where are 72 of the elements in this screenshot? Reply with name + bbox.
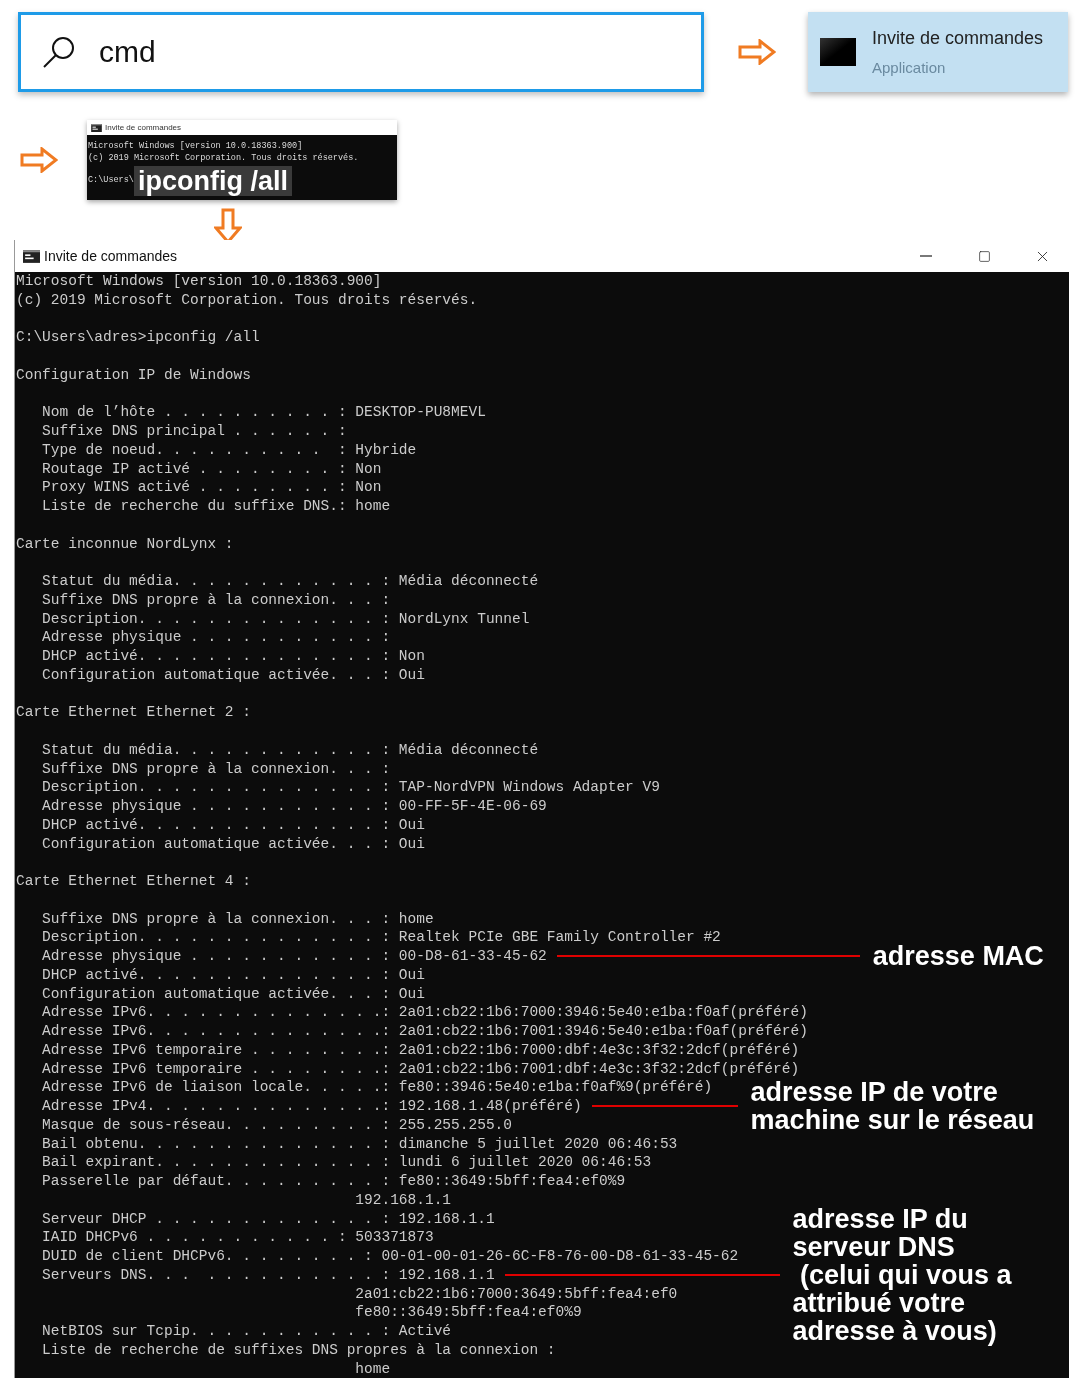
search-result[interactable]: Invite de commandes Application <box>808 12 1068 92</box>
console-line: Description. . . . . . . . . . . . . . : Realtek PCIe GBE Family Controller #2 <box>41 928 721 947</box>
console-line: 2a01:cb22:1b6:7000:3649:5bff:fea4:ef0 <box>354 1284 678 1304</box>
console-line: (c) 2019 Microsoft Corporation. Tous droits réservés. <box>16 290 478 310</box>
console-line: Liste de recherche de suffixes DNS propres à la connexion : <box>41 1340 556 1360</box>
arrow-right-icon <box>738 39 776 65</box>
result-subtitle: Application <box>872 59 947 76</box>
console-line: IAID DHCPv6 . . . . . . . . . . . : 503371873 <box>41 1228 434 1247</box>
console-line: Configuration IP de Windows <box>16 365 251 385</box>
search-field[interactable]: cmd <box>18 12 704 92</box>
console-line: Nom de l’hôte . . . . . . . . . . : DESKTOP-PU8MEVL <box>41 403 486 422</box>
console-line: DHCP activé. . . . . . . . . . . . . . : Oui <box>41 965 425 985</box>
console-line: Adresse IPv6 temporaire . . . . . . . .: 2a01:cb22:1b6:7001:dbf:4e3c:3f32:2dcf(préféré) <box>41 1059 800 1079</box>
console-prompt: C:\Users\ <box>88 175 134 187</box>
console-line: Bail expirant. . . . . . . . . . . . . : lundi 6 juillet 2020 06:46:53 <box>41 1153 652 1172</box>
console-line: Carte inconnue NordLynx : <box>16 534 234 554</box>
console-line: Adresse IPv6. . . . . . . . . . . . . .: 2a01:cb22:1b6:7000:3946:5e40:e1ba:f0af(préféré) <box>41 1003 808 1022</box>
console-line: Adresse physique . . . . . . . . . . . : 00-FF-5F-4E-06-69 <box>41 797 547 816</box>
console-line: Suffixe DNS propre à la connexion. . . : <box>41 590 391 610</box>
console-line: Carte Ethernet Ethernet 2 : <box>16 703 251 722</box>
console-line: Adresse IPv6 temporaire . . . . . . . .: 2a01:cb22:1b6:7000:dbf:4e3c:3f32:2dcf(préféré) <box>41 1040 800 1060</box>
result-title: Invite de commandes <box>872 28 1044 49</box>
window-title: Invite de commandes <box>105 123 182 132</box>
console-line: Passerelle par défaut. . . . . . . . . : fe80::3649:5bff:fea4:ef0%9 <box>41 1172 626 1191</box>
console-line: Type de noeud. . . . . . . . . . : Hybride <box>41 440 417 460</box>
minimize-icon <box>920 255 932 257</box>
console-line: home <box>354 1359 391 1379</box>
search-icon <box>41 34 77 70</box>
console-line: Configuration automatique activée. . . : Oui <box>41 984 425 1004</box>
annotation-label: adresse IP du serveur DNS (celui qui vous a attribué votre adresse à vous) <box>792 1205 1012 1346</box>
window-title: Invite de commandes <box>44 248 179 264</box>
console-line: Adresse IPv4. . . . . . . . . . . . . .: 192.168.1.48(préféré) <box>41 1097 582 1116</box>
maximize-icon <box>977 249 991 263</box>
console-line: DHCP activé. . . . . . . . . . . . . . : Oui <box>41 815 425 835</box>
console-line: Microsoft Windows [version 10.0.18363.900] <box>88 141 304 153</box>
console-line: Adresse physique . . . . . . . . . . . : 00-D8-61-33-45-62 <box>41 947 547 966</box>
console-line: (c) 2019 Microsoft Corporation. Tous droits réservés. <box>88 152 360 164</box>
annotation-label: adresse MAC <box>872 942 1044 971</box>
console-line: 192.168.1.1 <box>354 1190 452 1210</box>
console-line: C:\Users\adres>ipconfig /all <box>16 328 260 347</box>
console-line: Masque de sous-réseau. . . . . . . . . : 255.255.255.0 <box>41 1115 512 1135</box>
search-text: cmd <box>99 35 156 69</box>
console-line: Configuration automatique activée. . . : Oui <box>41 665 425 685</box>
terminal-icon <box>23 249 40 263</box>
console-line: Carte Ethernet Ethernet 4 : <box>16 872 251 891</box>
console-line: Suffixe DNS propre à la connexion. . . : home <box>41 909 434 929</box>
console-line: Suffixe DNS principal . . . . . . : <box>41 422 347 441</box>
console-line: Adresse physique . . . . . . . . . . . : <box>41 628 391 647</box>
console-line: Configuration automatique activée. . . : Oui <box>41 834 425 854</box>
console-line: Liste de recherche du suffixe DNS.: home <box>41 497 391 516</box>
console-line: Description. . . . . . . . . . . . . . : TAP-NordVPN Windows Adapter V9 <box>41 778 660 797</box>
console-line: Serveurs DNS. . . . . . . . . . . . . : 192.168.1.1 <box>41 1265 495 1285</box>
console-line: Statut du média. . . . . . . . . . . . : Média déconnecté <box>41 572 539 591</box>
console-line: Serveur DHCP . . . . . . . . . . . . . : 192.168.1.1 <box>41 1209 495 1229</box>
console-line: Suffixe DNS propre à la connexion. . . : <box>41 759 391 779</box>
console-line: Routage IP activé . . . . . . . . : Non <box>41 459 382 479</box>
console-line: Adresse IPv6. . . . . . . . . . . . . .: 2a01:cb22:1b6:7001:3946:5e40:e1ba:f0af(préféré) <box>41 1022 808 1041</box>
console-line: Proxy WINS activé . . . . . . . . : Non <box>41 478 382 497</box>
console-line: DHCP activé. . . . . . . . . . . . . . : Non <box>41 647 425 666</box>
terminal-icon <box>820 38 856 66</box>
console-line: Microsoft Windows [version 10.0.18363.900] <box>16 272 382 291</box>
console-line: Bail obtenu. . . . . . . . . . . . . . : dimanche 5 juillet 2020 06:46:53 <box>41 1134 678 1154</box>
console-line: NetBIOS sur Tcpip. . . . . . . . . . . : Activé <box>41 1322 452 1341</box>
annotation-label: adresse IP de votre machine sur le réseau <box>750 1078 1035 1135</box>
console-line: DUID de client DHCPv6. . . . . . . . : 00-01-00-01-26-6C-F8-76-00-D8-61-33-45-62 <box>41 1247 739 1266</box>
console-line: Description. . . . . . . . . . . . . . : NordLynx Tunnel <box>41 609 530 629</box>
command-highlight: ipconfig /all <box>133 166 292 196</box>
console-line: fe80::3649:5bff:fea4:ef0%9 <box>354 1303 582 1322</box>
console-line: Adresse IPv6 de liaison locale. . . . .: fe80::3946:5e40:e1ba:f0af%9(préféré) <box>41 1078 713 1097</box>
terminal-icon <box>91 123 102 132</box>
console-line: Statut du média. . . . . . . . . . . . : Média déconnecté <box>41 740 539 760</box>
arrow-right-icon <box>20 147 58 173</box>
